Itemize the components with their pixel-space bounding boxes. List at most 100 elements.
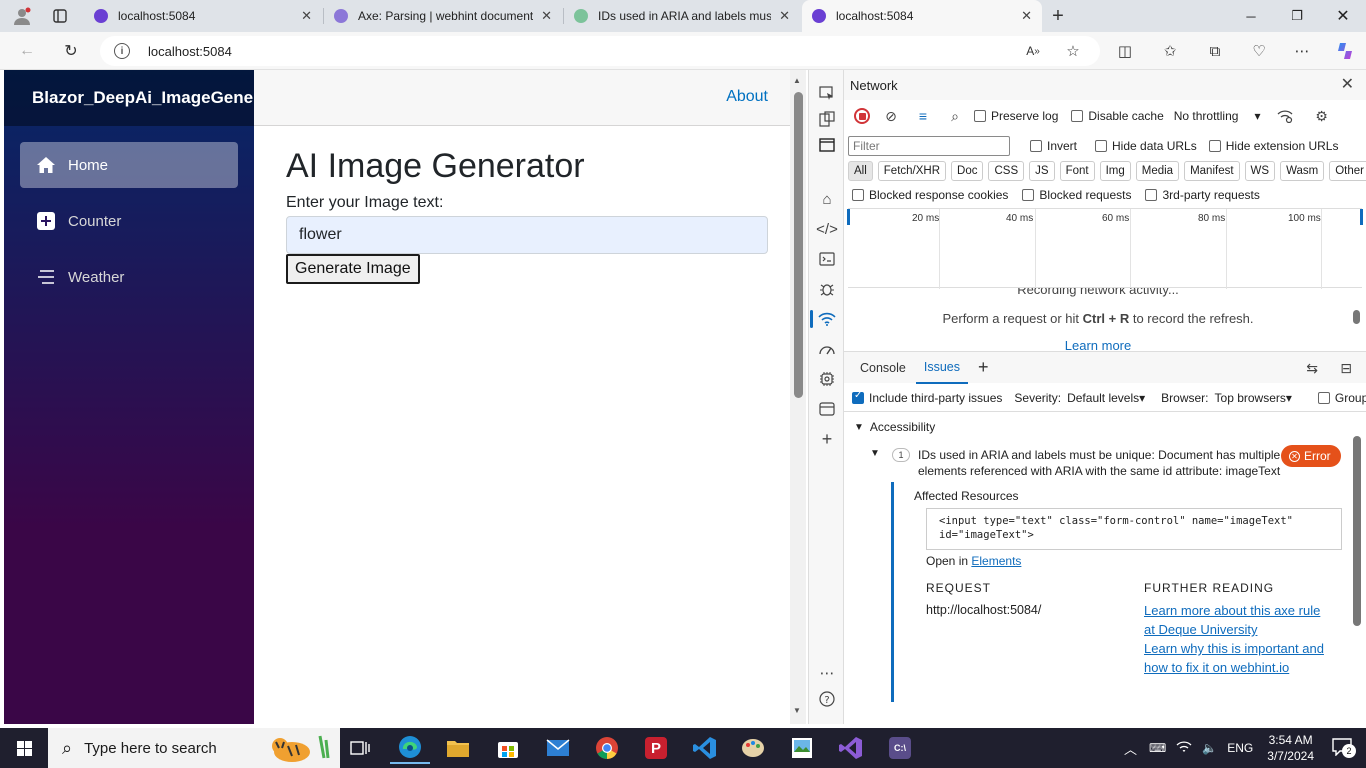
taskbar-search[interactable]: ⌕ Type here to search — [48, 728, 340, 768]
terminal-app-icon[interactable]: C:\ — [880, 732, 920, 764]
refresh-icon[interactable]: ↻ — [56, 36, 86, 66]
close-drawer-icon[interactable]: ⊟ — [1340, 360, 1352, 377]
postman-app-icon[interactable]: P — [636, 732, 676, 764]
inspect-element-icon[interactable] — [816, 83, 838, 105]
request-url[interactable]: http://localhost:5084/ — [926, 603, 1041, 617]
help-icon[interactable]: ? — [816, 688, 838, 710]
photos-viewer-icon[interactable] — [782, 732, 822, 764]
more-options-icon[interactable]: ⋯ — [816, 662, 838, 684]
panel-layout-icon[interactable] — [816, 134, 838, 156]
hide-extension-urls-checkbox[interactable]: Hide extension URLs — [1208, 139, 1338, 153]
type-filter-font[interactable]: Font — [1059, 161, 1095, 181]
search-icon[interactable]: ⌕ — [944, 105, 966, 127]
tab-issues[interactable]: Issues — [915, 352, 969, 384]
network-icon[interactable] — [1176, 740, 1192, 757]
browser-essentials-icon[interactable]: ♡ — [1244, 36, 1274, 66]
clock[interactable]: 3:54 AM 3/7/2024 — [1267, 732, 1314, 764]
minimize-icon[interactable]: ─ — [1228, 0, 1274, 32]
mail-icon[interactable] — [538, 732, 578, 764]
site-info-icon[interactable]: i — [114, 43, 130, 59]
blocked-requests-checkbox[interactable]: Blocked requests — [1022, 188, 1131, 202]
page-scrollbar[interactable]: ▲ ▼ — [790, 70, 806, 724]
filter-input[interactable]: Filter — [848, 136, 1010, 156]
console-icon[interactable] — [816, 248, 838, 270]
application-icon[interactable] — [816, 398, 838, 420]
sources-bug-icon[interactable] — [816, 278, 838, 300]
app-brand[interactable]: Blazor_DeepAi_ImageGenerator — [4, 70, 254, 126]
back-icon[interactable]: ← — [12, 36, 42, 66]
task-view-icon[interactable] — [340, 732, 380, 764]
type-filter-all[interactable]: All — [848, 161, 873, 181]
sidebar-item-home[interactable]: Home — [20, 142, 238, 188]
generate-image-button[interactable]: Generate Image — [286, 254, 420, 284]
close-tab-icon[interactable]: ✕ — [541, 8, 552, 24]
add-drawer-tab-icon[interactable]: + — [970, 352, 997, 384]
type-filter-other[interactable]: Other — [1329, 161, 1366, 181]
more-tools-plus-icon[interactable]: + — [816, 428, 838, 450]
browser-tab-4[interactable]: localhost:5084 ✕ — [802, 0, 1042, 32]
browser-tab-3[interactable]: IDs used in ARIA and labels must b ✕ — [564, 0, 800, 32]
meet-now-icon[interactable]: ⌨ — [1149, 741, 1166, 755]
disable-cache-checkbox[interactable]: Disable cache — [1071, 109, 1164, 123]
favorite-star-icon[interactable]: ☆ — [1058, 36, 1088, 66]
issue-item[interactable]: ▼ 1 IDs used in ARIA and labels must be … — [870, 445, 1354, 481]
network-scrollbar[interactable] — [1352, 294, 1362, 344]
about-link[interactable]: About — [726, 88, 768, 106]
browser-tab-1[interactable]: localhost:5084 ✕ — [84, 0, 322, 32]
hide-data-urls-checkbox[interactable]: Hide data URLs — [1095, 139, 1197, 153]
network-conditions-icon[interactable] — [1274, 105, 1296, 127]
image-text-input[interactable] — [286, 216, 768, 254]
start-button[interactable] — [0, 728, 48, 768]
close-tab-icon[interactable]: ✕ — [779, 8, 790, 24]
microsoft-store-icon[interactable] — [488, 732, 528, 764]
network-wifi-icon[interactable] — [810, 308, 838, 330]
collections-icon[interactable]: ⧉ — [1200, 36, 1230, 66]
clear-icon[interactable]: ⊘ — [880, 105, 902, 127]
type-filter-ws[interactable]: WS — [1244, 161, 1276, 181]
close-tab-icon[interactable]: ✕ — [1021, 8, 1032, 24]
network-overview-timeline[interactable]: 20 ms 40 ms 60 ms 80 ms 100 ms — [847, 208, 1363, 289]
throttling-select[interactable]: No throttling ▾ — [1174, 109, 1261, 123]
affected-element-code[interactable]: <input type="text" class="form-control" … — [926, 508, 1342, 550]
more-menu-icon[interactable]: ⋯ — [1287, 36, 1317, 66]
type-filter-wasm[interactable]: Wasm — [1280, 161, 1325, 181]
blocked-response-cookies-checkbox[interactable]: Blocked response cookies — [852, 188, 1008, 202]
close-devtools-icon[interactable]: ✕ — [1341, 74, 1354, 94]
accessibility-category[interactable]: ▼ Accessibility — [844, 416, 1354, 438]
browser-select[interactable]: Top browsers ▾ — [1215, 391, 1292, 405]
close-tab-icon[interactable]: ✕ — [301, 8, 312, 24]
restore-icon[interactable]: ❐ — [1274, 0, 1320, 32]
edge-taskbar-icon[interactable] — [390, 732, 430, 764]
severity-select[interactable]: Default levels ▾ — [1067, 391, 1145, 405]
new-tab-icon[interactable]: + — [1044, 0, 1072, 32]
filter-funnel-icon[interactable]: ≡ — [912, 105, 934, 127]
type-filter-manifest[interactable]: Manifest — [1184, 161, 1240, 181]
sidebar-item-counter[interactable]: Counter — [20, 198, 238, 244]
type-filter-img[interactable]: Img — [1099, 161, 1131, 181]
type-filter-css[interactable]: CSS — [988, 161, 1025, 181]
address-input[interactable]: i localhost:5084 — [100, 36, 1100, 66]
preserve-log-checkbox[interactable]: Preserve log — [974, 109, 1058, 123]
tab-console[interactable]: Console — [852, 352, 914, 384]
welcome-home-icon[interactable]: ⌂ — [816, 188, 838, 210]
language-indicator[interactable]: ENG — [1227, 741, 1253, 755]
chrome-icon[interactable] — [587, 732, 627, 764]
performance-gauge-icon[interactable] — [816, 338, 838, 360]
invert-checkbox[interactable]: Invert — [1030, 139, 1077, 153]
dock-drawer-icon[interactable]: ⇆ — [1306, 360, 1318, 377]
sidebar-item-weather[interactable]: Weather — [20, 254, 238, 300]
type-filter-doc[interactable]: Doc — [951, 161, 984, 181]
copilot-icon[interactable] — [1330, 36, 1360, 66]
device-emulation-icon[interactable] — [816, 108, 838, 130]
favorites-icon[interactable]: ✩ — [1155, 36, 1185, 66]
memory-chip-icon[interactable] — [816, 368, 838, 390]
issues-scrollbar[interactable] — [1352, 422, 1362, 722]
group-checkbox[interactable]: Group — [1317, 391, 1366, 405]
webhint-link[interactable]: Learn why this is important and how to f… — [1144, 639, 1324, 677]
read-aloud-icon[interactable]: A» — [1018, 36, 1048, 66]
deque-link[interactable]: Learn more about this axe rule at Deque … — [1144, 601, 1324, 639]
paint-palette-icon[interactable] — [733, 732, 773, 764]
network-settings-gear-icon[interactable]: ⚙ — [1310, 105, 1332, 127]
file-explorer-icon[interactable] — [438, 732, 478, 764]
type-filter-js[interactable]: JS — [1029, 161, 1055, 181]
